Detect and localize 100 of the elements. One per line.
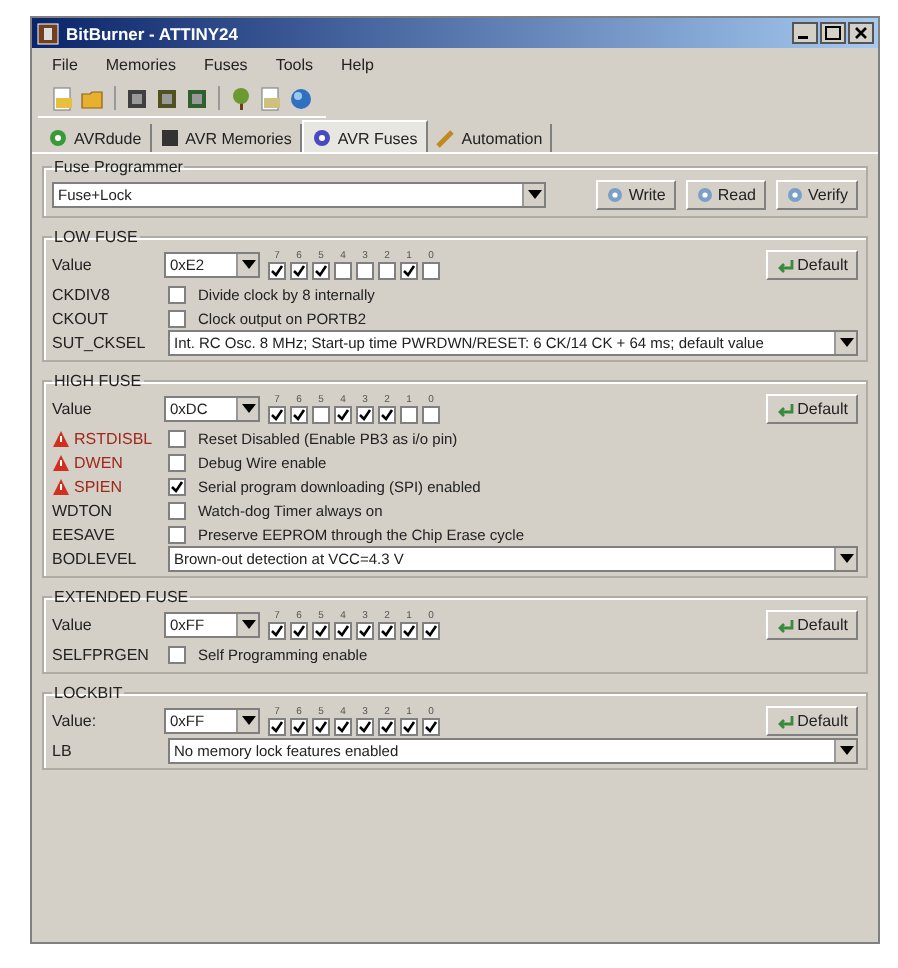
fuse-name: LB <box>52 741 72 759</box>
warning-icon <box>52 453 70 471</box>
checkbox[interactable] <box>168 453 186 471</box>
checkbox[interactable] <box>268 405 286 423</box>
checkbox[interactable] <box>422 621 440 639</box>
group-title: EXTENDED FUSE <box>52 588 191 606</box>
fuse-name: WDTON <box>52 501 113 519</box>
menu-item[interactable]: File <box>52 55 78 73</box>
fuse-name: EESAVE <box>52 525 115 543</box>
group-title: LOCKBIT <box>52 684 125 702</box>
checkbox[interactable] <box>268 717 286 735</box>
checkbox[interactable] <box>422 405 440 423</box>
checkbox[interactable] <box>168 501 186 519</box>
dropdown-arrow-icon <box>241 404 255 414</box>
checkbox[interactable] <box>356 261 374 279</box>
dropdown-arrow-icon <box>527 190 542 200</box>
checkbox[interactable] <box>312 261 330 279</box>
fuse-name: BODLEVEL <box>52 549 137 567</box>
fuse-name: CKDIV8 <box>52 285 110 303</box>
checkbox[interactable] <box>290 621 308 639</box>
action-button[interactable]: Verify <box>775 180 858 210</box>
checkbox[interactable] <box>312 717 330 735</box>
close-icon[interactable] <box>848 22 874 44</box>
checkbox[interactable] <box>268 621 286 639</box>
fuse-name: SELFPRGEN <box>52 645 149 663</box>
action-button[interactable]: Write <box>596 180 676 210</box>
tab[interactable]: Automation <box>427 124 553 152</box>
checkbox[interactable] <box>168 285 186 303</box>
pen-icon <box>435 128 456 148</box>
fuse-name: CKOUT <box>52 309 108 327</box>
checkbox[interactable] <box>378 621 396 639</box>
checkbox[interactable] <box>378 717 396 735</box>
dropdown-arrow-icon <box>839 745 853 755</box>
fuse-name: RSTDISBL <box>74 429 153 447</box>
checkbox[interactable] <box>400 405 418 423</box>
checkbox[interactable] <box>168 525 186 543</box>
field-label: Value <box>52 616 94 634</box>
chip-icon <box>36 21 60 45</box>
window-title: BitBurner - ATTINY24 <box>66 23 238 43</box>
checkbox[interactable] <box>168 309 186 327</box>
checkbox[interactable] <box>168 477 186 495</box>
checkbox[interactable] <box>334 621 352 639</box>
tab[interactable]: AVRdude <box>40 124 152 152</box>
checkbox[interactable] <box>334 405 352 423</box>
dropdown-arrow-icon <box>241 716 255 726</box>
arrow-icon <box>775 400 794 418</box>
checkbox[interactable] <box>400 621 418 639</box>
checkbox[interactable] <box>290 717 308 735</box>
action-button[interactable]: Read <box>685 180 766 210</box>
checkbox[interactable] <box>356 621 374 639</box>
checkbox[interactable] <box>378 261 396 279</box>
chip-icon <box>159 128 180 148</box>
default-button[interactable]: Default <box>765 394 858 424</box>
dropdown-arrow-icon <box>839 337 853 347</box>
fuse-name: DWEN <box>74 453 123 471</box>
checkbox[interactable] <box>168 645 186 663</box>
checkbox[interactable] <box>334 261 352 279</box>
chip-icon[interactable] <box>154 85 180 111</box>
default-button[interactable]: Default <box>765 706 858 736</box>
dropdown-arrow-icon <box>241 260 255 270</box>
dropdown-arrow-icon <box>241 620 255 630</box>
arrow-icon <box>775 256 794 274</box>
checkbox[interactable] <box>400 717 418 735</box>
menu-item[interactable]: Help <box>341 55 374 73</box>
checkbox[interactable] <box>422 261 440 279</box>
fuse-name: SUT_CKSEL <box>52 333 146 351</box>
checkbox[interactable] <box>334 717 352 735</box>
globe-icon[interactable] <box>288 85 314 111</box>
checkbox[interactable] <box>356 717 374 735</box>
checkbox[interactable] <box>378 405 396 423</box>
checkbox[interactable] <box>290 261 308 279</box>
menu-item[interactable]: Tools <box>275 55 313 73</box>
menu-item[interactable]: Memories <box>105 55 177 73</box>
tab[interactable]: AVR Memories <box>151 124 302 152</box>
chip-icon[interactable] <box>124 85 150 111</box>
default-button[interactable]: Default <box>765 610 858 640</box>
checkbox[interactable] <box>400 261 418 279</box>
checkbox[interactable] <box>268 261 286 279</box>
field-label: Value <box>52 400 94 418</box>
arrow-icon <box>775 712 794 730</box>
chip-icon[interactable] <box>184 85 210 111</box>
field-label: Value <box>52 256 94 274</box>
checkbox[interactable] <box>168 429 186 447</box>
checkbox[interactable] <box>312 405 330 423</box>
warning-icon <box>52 477 70 495</box>
field-label: Value: <box>52 712 99 730</box>
minimize-icon[interactable] <box>792 22 818 44</box>
tab[interactable]: AVR Fuses <box>301 120 428 152</box>
maximize-icon[interactable] <box>820 22 846 44</box>
menu-item[interactable]: Fuses <box>204 55 248 73</box>
group-title: LOW FUSE <box>52 228 140 246</box>
checkbox[interactable] <box>422 717 440 735</box>
default-button[interactable]: Default <box>765 250 858 280</box>
arrow-icon <box>775 616 794 634</box>
checkbox[interactable] <box>290 405 308 423</box>
warning-icon <box>52 429 70 447</box>
checkbox[interactable] <box>312 621 330 639</box>
tree-icon[interactable] <box>228 85 254 111</box>
group-title: Fuse Programmer <box>52 158 185 176</box>
checkbox[interactable] <box>356 405 374 423</box>
